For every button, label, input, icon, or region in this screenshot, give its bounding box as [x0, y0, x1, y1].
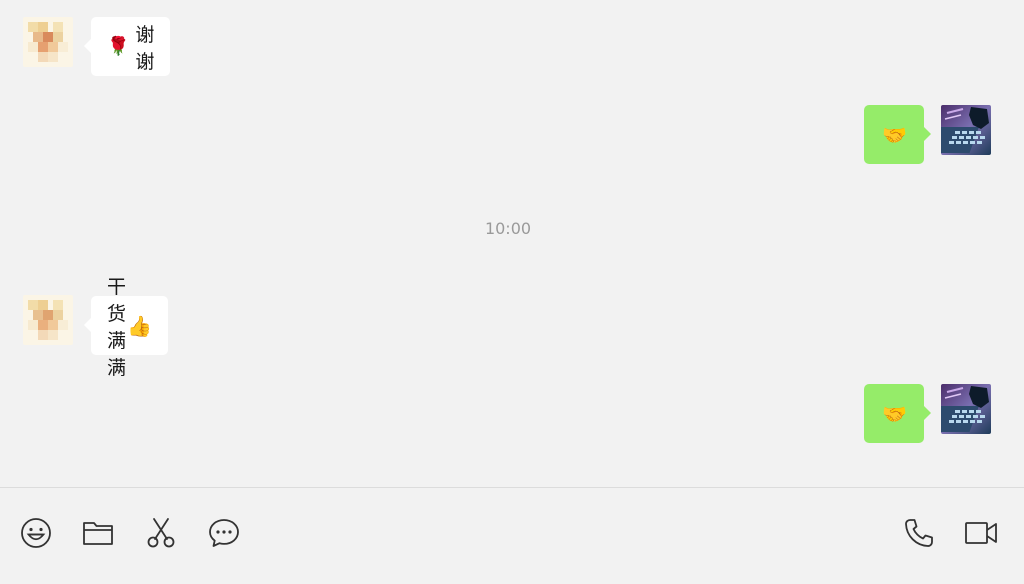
- emoji-icon[interactable]: [19, 516, 53, 550]
- message-bubble[interactable]: 🤝: [864, 105, 931, 164]
- timestamp: 10:00: [484, 219, 532, 238]
- message-text: 谢谢: [135, 23, 155, 73]
- user-avatar[interactable]: [941, 384, 991, 434]
- message-bubble[interactable]: 🤝: [864, 384, 931, 443]
- chat-window: 🌹 谢谢 🤝 10:00 干货满满 👍 🤝: [0, 0, 1024, 584]
- input-toolbar: [0, 487, 1024, 584]
- message-bubble[interactable]: 🌹 谢谢: [83, 17, 171, 76]
- phone-icon[interactable]: [902, 516, 936, 550]
- chat-bubble-icon[interactable]: [207, 516, 241, 550]
- contact-avatar[interactable]: [23, 295, 73, 345]
- rose-emoji: 🌹: [107, 36, 130, 57]
- message-text: 干货满满: [107, 275, 127, 379]
- message-bubble[interactable]: 干货满满 👍: [84, 276, 168, 379]
- message-list[interactable]: 🌹 谢谢 🤝 10:00 干货满满 👍 🤝: [0, 0, 1024, 487]
- handshake-emoji: 🤝: [882, 401, 907, 426]
- thumbs-up-emoji: 👍: [127, 313, 152, 338]
- scissors-icon[interactable]: [144, 516, 178, 550]
- handshake-emoji: 🤝: [882, 122, 907, 147]
- user-avatar[interactable]: [941, 105, 991, 155]
- video-camera-icon[interactable]: [964, 516, 998, 550]
- folder-icon[interactable]: [81, 516, 115, 550]
- contact-avatar[interactable]: [23, 17, 73, 67]
